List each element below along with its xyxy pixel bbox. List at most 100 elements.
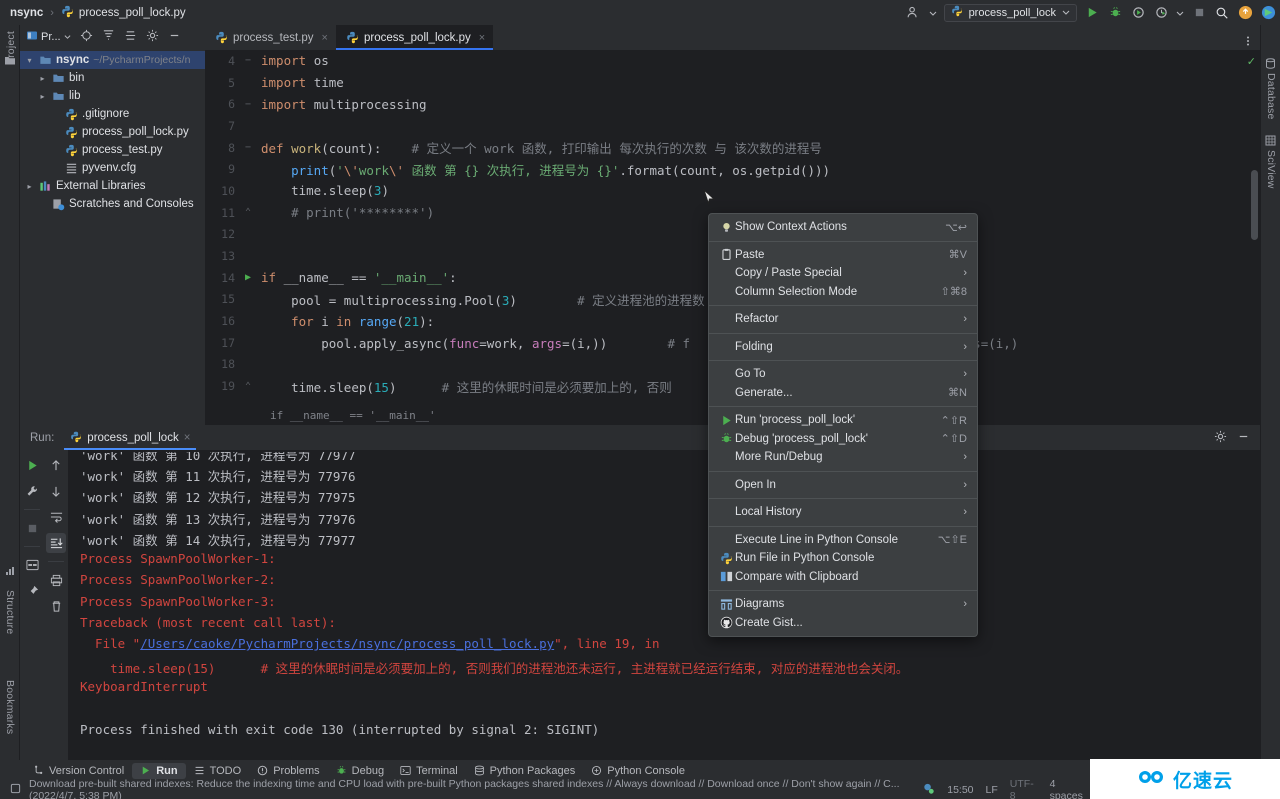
database-tool-button[interactable]: Database	[1265, 73, 1277, 120]
more-options-icon[interactable]	[1242, 35, 1254, 50]
fold-gutter-icon[interactable]: −	[235, 99, 261, 110]
project-view-selector[interactable]: Pr...	[26, 30, 71, 44]
context-menu-item[interactable]: Go To ›	[709, 365, 977, 384]
tree-item[interactable]: process_test.py	[20, 141, 205, 159]
code-line[interactable]: 9 print('\'work\' 函数 第 {} 次执行, 进程号为 {}'.…	[205, 158, 1260, 180]
run-panel-tab[interactable]: process_poll_lock ×	[64, 426, 197, 450]
expand-all-icon[interactable]	[102, 29, 115, 45]
tree-item[interactable]: Scratches and Consoles	[20, 195, 205, 213]
bottom-tool-button[interactable]: Debug	[328, 763, 392, 779]
code-line[interactable]: 4− import os	[205, 50, 1260, 72]
stop-icon[interactable]	[22, 518, 42, 538]
search-icon[interactable]	[1214, 5, 1230, 21]
run-console-output[interactable]: 'work' 函数 第 10 次执行, 进程号为 77977 'work' 函数 …	[68, 450, 1260, 760]
tree-item[interactable]: pyvenv.cfg	[20, 159, 205, 177]
fold-gutter-icon[interactable]: −	[235, 55, 261, 66]
pin-icon[interactable]	[22, 581, 42, 601]
gear-icon[interactable]	[1214, 430, 1227, 446]
context-menu-item[interactable]: Diagrams ›	[709, 595, 977, 614]
status-indent[interactable]: 4 spaces	[1050, 778, 1089, 799]
tree-item[interactable]: ▸ External Libraries	[20, 177, 205, 195]
status-encoding[interactable]: UTF-8	[1010, 778, 1038, 799]
trash-icon[interactable]	[46, 596, 66, 616]
bottom-tool-button[interactable]: Terminal	[392, 763, 466, 779]
close-icon[interactable]: ×	[322, 32, 328, 44]
context-menu-item[interactable]: More Run/Debug ›	[709, 448, 977, 467]
code-line[interactable]: 5 import time	[205, 72, 1260, 94]
context-menu-item[interactable]: Copy / Paste Special ›	[709, 264, 977, 283]
account-icon[interactable]	[906, 5, 922, 21]
run-icon[interactable]	[1084, 5, 1100, 21]
chevron-down-icon[interactable]	[1176, 5, 1184, 21]
tree-item[interactable]: ▸ lib	[20, 87, 205, 105]
stop-icon[interactable]	[1191, 5, 1207, 21]
structure-tool-button[interactable]: Structure	[4, 590, 16, 634]
soft-wrap-icon[interactable]	[46, 507, 66, 527]
chevron-right-icon[interactable]: ▸	[37, 92, 48, 101]
fold-gutter-icon[interactable]: ⌃	[235, 207, 261, 218]
chevron-right-icon[interactable]: ▸	[37, 74, 48, 83]
context-menu-item[interactable]: Local History ›	[709, 503, 977, 522]
context-menu-item[interactable]: Refactor ›	[709, 310, 977, 329]
tree-item[interactable]: ▾ nsync ~/PycharmProjects/n	[20, 51, 205, 69]
console-file-link[interactable]: /Users/caoke/PycharmProjects/nsync/proce…	[140, 636, 554, 651]
scroll-to-end-icon[interactable]	[46, 533, 66, 553]
tree-item[interactable]: .gitignore	[20, 105, 205, 123]
up-icon[interactable]	[46, 455, 66, 475]
tree-item[interactable]: ▸ bin	[20, 69, 205, 87]
bottom-tool-button[interactable]: Version Control	[25, 763, 132, 779]
debug-icon[interactable]	[1107, 5, 1123, 21]
status-notification-text[interactable]: Download pre-built shared indexes: Reduc…	[29, 778, 922, 799]
status-line-separator[interactable]: LF	[986, 784, 998, 796]
context-menu-item[interactable]: Generate... ⌘N	[709, 384, 977, 403]
minimize-icon[interactable]	[1237, 430, 1250, 446]
fold-gutter-icon[interactable]: −	[235, 142, 261, 153]
context-menu-item[interactable]: Debug 'process_poll_lock' ⌃⇧D	[709, 430, 977, 449]
bottom-tool-button[interactable]: Run	[132, 762, 186, 779]
context-menu-item[interactable]: Show Context Actions ⌥↩	[709, 218, 977, 237]
close-icon[interactable]: ×	[479, 32, 485, 44]
run-gutter-icon[interactable]: ▶	[235, 272, 261, 283]
editor-tab[interactable]: process_poll_lock.py ×	[335, 25, 494, 50]
profile-icon[interactable]	[1153, 5, 1169, 21]
code-line[interactable]: 7	[205, 115, 1260, 137]
code-line[interactable]: 6− import multiprocessing	[205, 93, 1260, 115]
code-line[interactable]: 10 time.sleep(3)	[205, 180, 1260, 202]
collapse-all-icon[interactable]	[124, 29, 137, 45]
layout-icon[interactable]	[22, 555, 42, 575]
fold-gutter-icon[interactable]: ⌃	[235, 381, 261, 392]
context-menu-item[interactable]: Column Selection Mode ⇧⌘8	[709, 283, 977, 302]
context-menu-item[interactable]: Run File in Python Console	[709, 549, 977, 568]
context-menu-item[interactable]: Folding ›	[709, 338, 977, 357]
context-menu-item[interactable]: Paste ⌘V	[709, 246, 977, 265]
run-configuration-selector[interactable]: process_poll_lock	[943, 3, 1077, 22]
print-icon[interactable]	[46, 570, 66, 590]
down-icon[interactable]	[46, 481, 66, 501]
context-menu-item[interactable]: Compare with Clipboard	[709, 568, 977, 587]
bottom-tool-button[interactable]: Problems	[249, 763, 327, 779]
tree-item[interactable]: process_poll_lock.py	[20, 123, 205, 141]
context-menu-item[interactable]: Run 'process_poll_lock' ⌃⇧R	[709, 411, 977, 430]
chevron-down-icon[interactable]	[929, 5, 937, 21]
inspection-status-icon[interactable]: ✓	[1247, 55, 1256, 68]
notification-icon[interactable]	[10, 783, 21, 797]
settings-icon[interactable]	[146, 29, 159, 45]
hide-panel-icon[interactable]	[168, 29, 181, 45]
ide-icon[interactable]	[1260, 5, 1276, 21]
bottom-tool-button[interactable]: Python Packages	[466, 763, 584, 779]
bookmarks-tool-button[interactable]: Bookmarks	[4, 680, 16, 734]
chevron-right-icon[interactable]: ▸	[24, 182, 35, 191]
editor-scroll-thumb[interactable]	[1251, 170, 1258, 240]
settings-wrench-icon[interactable]	[22, 481, 42, 501]
breadcrumb-project[interactable]: nsync	[10, 7, 43, 19]
close-icon[interactable]: ×	[184, 432, 191, 444]
context-menu-item[interactable]: Execute Line in Python Console ⌥⇧E	[709, 531, 977, 550]
rerun-icon[interactable]	[22, 455, 42, 475]
editor-tab[interactable]: process_test.py ×	[205, 25, 336, 50]
sciview-tool-button[interactable]: SciView	[1265, 150, 1277, 189]
updates-icon[interactable]	[1237, 5, 1253, 21]
context-menu-item[interactable]: Open In ›	[709, 476, 977, 495]
event-log-icon[interactable]	[922, 782, 935, 798]
editor-scrollbar[interactable]: ✓	[1246, 50, 1260, 425]
bottom-tool-button[interactable]: TODO	[186, 763, 250, 779]
